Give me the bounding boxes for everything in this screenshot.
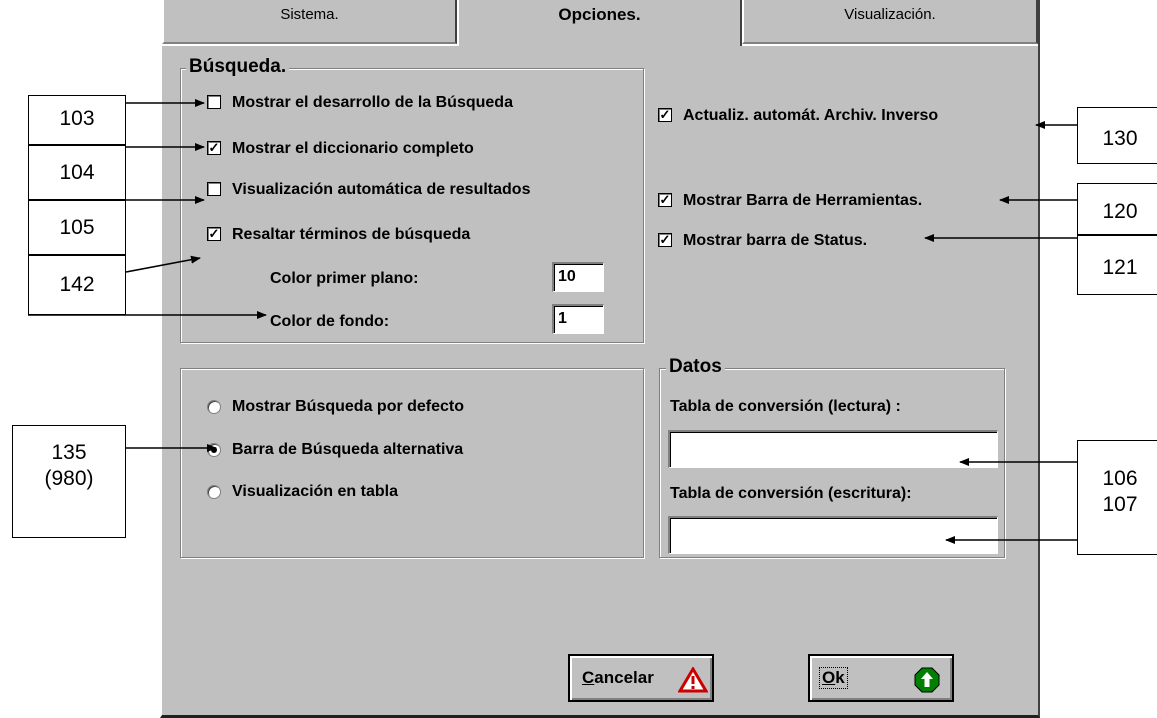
callout-arrows xyxy=(28,99,1077,544)
arrow-142a xyxy=(125,255,201,273)
